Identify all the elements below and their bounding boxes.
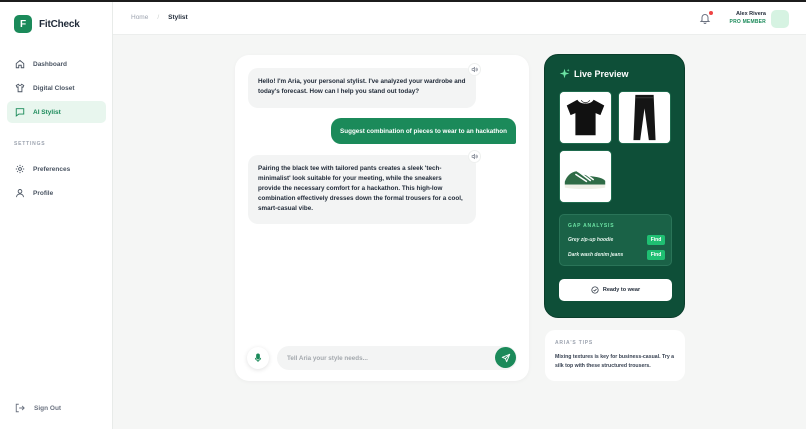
home-icon xyxy=(15,59,25,69)
top-header: Home / Stylist Alex Rivera PRO MEMBER xyxy=(113,2,806,35)
live-preview-panel: Live Preview GAP ANALYSIS Grey zip-up ho… xyxy=(544,54,685,318)
gear-icon xyxy=(15,164,25,174)
preview-title: Live Preview xyxy=(559,68,629,79)
tshirt-image xyxy=(560,92,611,143)
sidebar-item-label: Profile xyxy=(33,189,54,197)
chat-input-wrapper xyxy=(277,346,517,370)
settings-heading: SETTINGS xyxy=(14,141,46,147)
message-text: Hello! I'm Aria, your personal stylist. … xyxy=(258,78,466,95)
message-text: Suggest combination of pieces to wear to… xyxy=(340,127,507,135)
gap-item-label: Dark wash denim jeans xyxy=(568,252,624,258)
sidebar-item-label: Preferences xyxy=(33,165,71,173)
preview-title-text: Live Preview xyxy=(574,68,629,79)
chat-panel: Hello! I'm Aria, your personal stylist. … xyxy=(235,55,529,381)
notification-dot xyxy=(709,11,713,15)
gap-analysis-title: GAP ANALYSIS xyxy=(568,223,615,229)
chat-icon xyxy=(15,108,25,117)
gap-item-label: Grey zip-up hoodie xyxy=(568,237,614,243)
aria-tips-card: ARIA'S TIPS Mixing textures is key for b… xyxy=(545,330,685,381)
logo-mark: F xyxy=(14,15,32,33)
shirt-icon xyxy=(15,83,25,93)
sidebar-item-label: AI Stylist xyxy=(33,108,61,116)
find-button[interactable]: Find xyxy=(647,235,665,245)
ai-message: Pairing the black tee with tailored pant… xyxy=(248,155,476,224)
sidebar-item-ai-stylist[interactable]: AI Stylist xyxy=(7,101,106,123)
sidebar-item-digital-closet[interactable]: Digital Closet xyxy=(7,77,106,99)
breadcrumb: Home / Stylist xyxy=(131,14,188,21)
speaker-icon xyxy=(471,66,478,73)
main-nav: Dashboard Digital Closet AI Stylist xyxy=(7,53,106,125)
chat-input[interactable] xyxy=(287,346,487,370)
pants-image xyxy=(619,92,670,143)
message-text: Pairing the black tee with tailored pant… xyxy=(258,165,463,212)
app-name: FitCheck xyxy=(39,18,80,30)
sidebar-item-preferences[interactable]: Preferences xyxy=(7,158,106,180)
logo[interactable]: F FitCheck xyxy=(14,15,80,33)
microphone-button[interactable] xyxy=(247,347,269,369)
find-button[interactable]: Find xyxy=(647,250,665,260)
logout-icon xyxy=(15,403,25,413)
sign-out-button[interactable]: Sign Out xyxy=(15,403,61,413)
sidebar-item-dashboard[interactable]: Dashboard xyxy=(7,53,106,75)
user-name: Alex Rivera xyxy=(736,11,766,17)
sign-out-label: Sign Out xyxy=(34,404,62,412)
ready-label: Ready to wear xyxy=(602,287,641,293)
outfit-item-tshirt[interactable] xyxy=(559,91,612,144)
avatar[interactable] xyxy=(771,10,789,28)
sidebar-item-label: Digital Closet xyxy=(33,84,75,92)
send-button[interactable] xyxy=(495,347,516,368)
check-circle-icon xyxy=(591,286,599,294)
play-audio-button[interactable] xyxy=(468,150,481,163)
sidebar-item-profile[interactable]: Profile xyxy=(7,182,106,204)
breadcrumb-home[interactable]: Home xyxy=(131,14,148,21)
sidebar: F FitCheck Dashboard Digital Closet AI S… xyxy=(0,2,113,429)
sidebar-item-label: Dashboard xyxy=(33,60,67,68)
settings-nav: Preferences Profile xyxy=(7,158,106,206)
outfit-item-pants[interactable] xyxy=(618,91,671,144)
tips-title: ARIA'S TIPS xyxy=(555,340,594,346)
play-audio-button[interactable] xyxy=(468,63,481,76)
tips-text: Mixing textures is key for business-casu… xyxy=(555,354,675,369)
microphone-icon xyxy=(254,353,262,362)
gap-analysis: GAP ANALYSIS Grey zip-up hoodie Find Dar… xyxy=(559,214,672,266)
user-role-badge: PRO MEMBER xyxy=(729,19,766,25)
ai-message: Hello! I'm Aria, your personal stylist. … xyxy=(248,68,476,108)
speaker-icon xyxy=(471,153,478,160)
sneaker-image xyxy=(560,151,611,202)
user-message: Suggest combination of pieces to wear to… xyxy=(331,118,516,144)
outfit-item-sneaker[interactable] xyxy=(559,150,612,203)
breadcrumb-current: Stylist xyxy=(168,14,188,21)
breadcrumb-separator: / xyxy=(157,14,160,21)
user-icon xyxy=(16,189,24,198)
sparkle-icon xyxy=(559,68,570,79)
send-icon xyxy=(501,353,510,362)
ready-to-wear-button[interactable]: Ready to wear xyxy=(559,279,672,301)
